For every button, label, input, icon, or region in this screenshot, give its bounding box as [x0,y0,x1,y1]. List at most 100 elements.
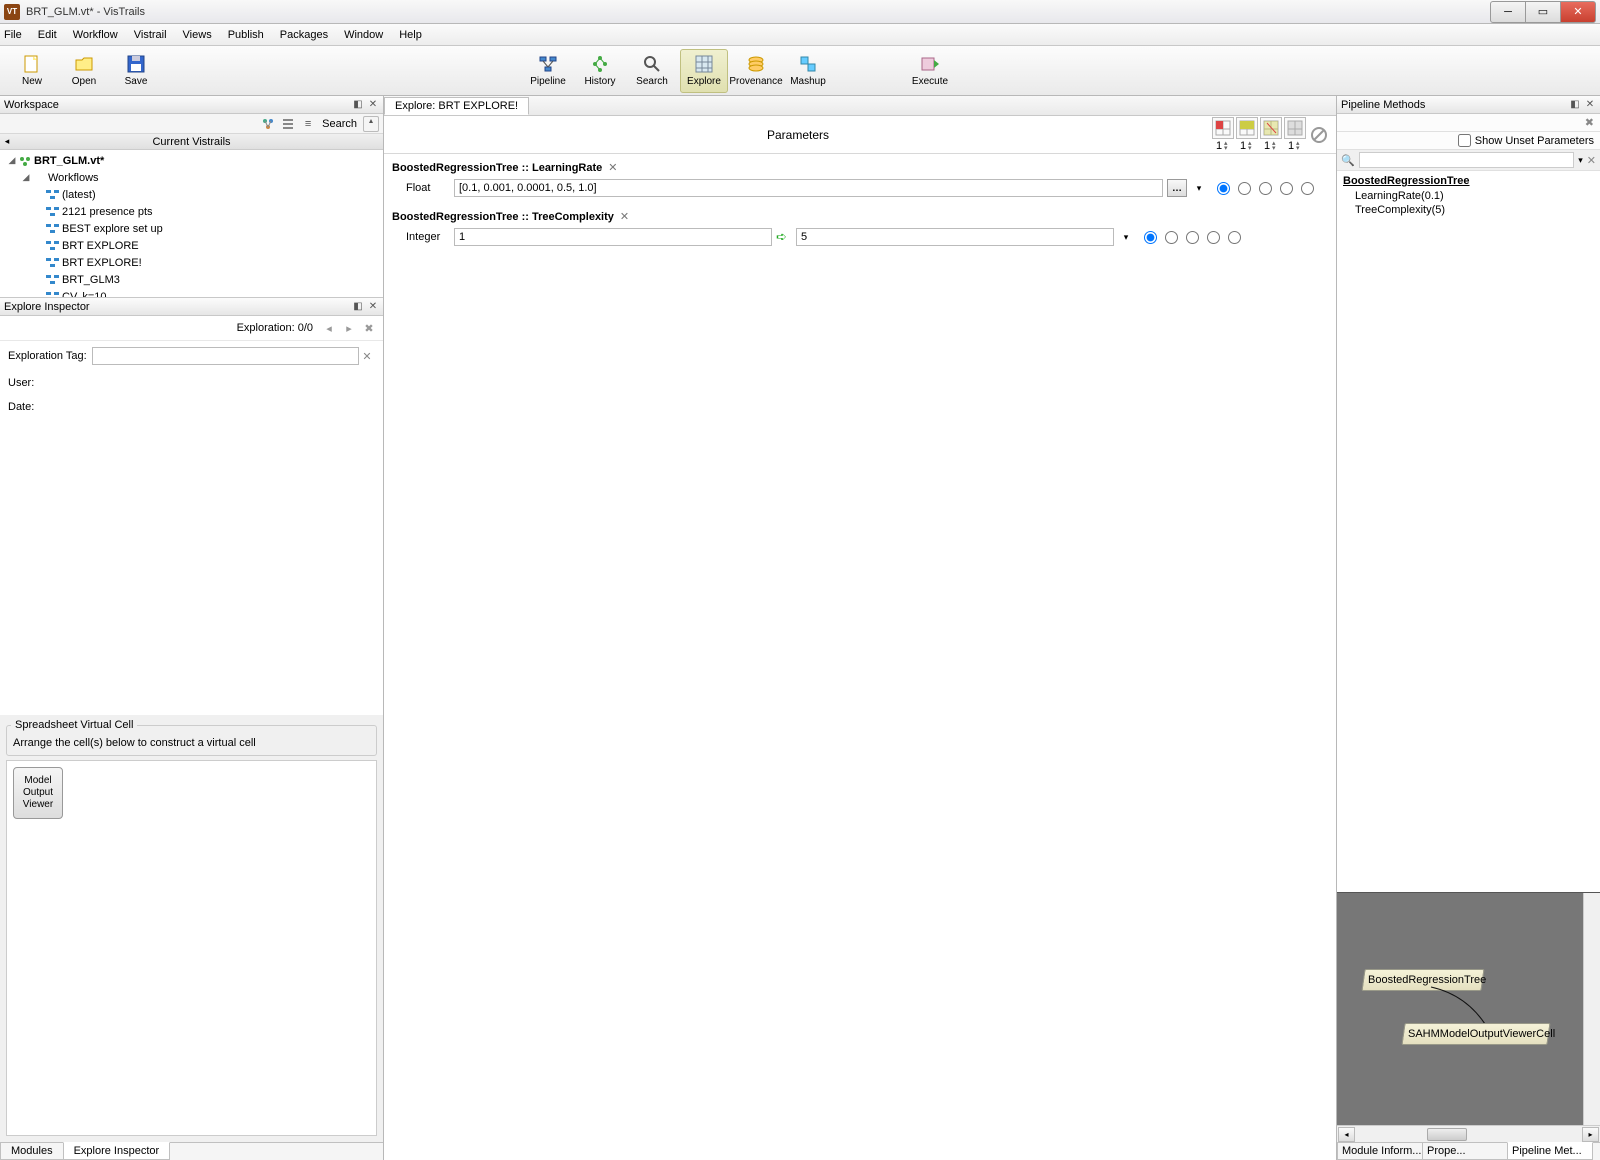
menu-window[interactable]: Window [344,29,383,41]
show-unset-input[interactable] [1458,134,1471,147]
scrollbar-horizontal[interactable]: ◂ ▸ [1337,1125,1600,1142]
collapse-icon[interactable]: ◂ [0,136,14,147]
grid-icon [694,54,714,74]
toolbar-provenance-button[interactable]: Provenance [732,49,780,93]
panel-close-icon[interactable]: ✕ [367,301,379,313]
panel-close-icon[interactable]: ✕ [1584,99,1596,111]
dimension-radio-3[interactable] [1280,182,1293,195]
toolbar-mashup-button[interactable]: Mashup [784,49,832,93]
menu-file[interactable]: File [4,29,22,41]
pipeline-module-name[interactable]: BoostedRegressionTree [1341,173,1596,189]
scrollbar-vertical[interactable] [1583,893,1600,1125]
toolbar-explore-button[interactable]: Explore [680,49,728,93]
svc-grid[interactable]: Model Output Viewer [6,760,377,1136]
right-tab-1[interactable]: Prope... [1422,1142,1508,1160]
panel-undock-icon[interactable]: ◧ [1569,99,1581,111]
toolbar-open-button[interactable]: Open [60,49,108,93]
tag-clear-icon[interactable]: ✕ [359,350,375,363]
param-group-remove-icon[interactable]: ✕ [608,161,617,174]
tree-item[interactable]: (latest) [0,186,383,203]
dimension-control-2[interactable]: 1▴▾ [1260,117,1282,152]
pipeline-method-item[interactable]: LearningRate(0.1) [1341,189,1596,203]
panel-undock-icon[interactable]: ◧ [352,301,364,313]
dimension-radio-1[interactable] [1238,182,1251,195]
exploration-tag-input[interactable] [92,347,359,365]
right-tab-0[interactable]: Module Inform... [1337,1142,1423,1160]
scroll-right-icon[interactable]: ▸ [1582,1127,1599,1142]
view-tree-icon[interactable]: ≡ [300,116,316,132]
interpolation-dropdown-icon[interactable]: ▾ [1191,183,1207,194]
menu-views[interactable]: Views [183,29,212,41]
param-edit-list-button[interactable]: … [1167,179,1187,197]
window-minimize-button[interactable]: ─ [1490,1,1526,23]
cancel-icon[interactable] [1308,124,1330,146]
svc-cell-model-output-viewer[interactable]: Model Output Viewer [13,767,63,819]
dimension-radio-4[interactable] [1301,182,1314,195]
param-value-from-input[interactable] [454,228,772,246]
tree-item[interactable]: BRT EXPLORE! [0,254,383,271]
pipeline-method-item[interactable]: TreeComplexity(5) [1341,203,1596,217]
window-maximize-button[interactable]: ▭ [1525,1,1561,23]
view-graph-icon[interactable] [260,116,276,132]
nav-next-icon[interactable]: ▸ [341,320,357,336]
dimension-radio-0[interactable] [1217,182,1230,195]
tab-modules[interactable]: Modules [0,1142,64,1160]
panel-undock-icon[interactable]: ◧ [352,99,364,111]
menu-publish[interactable]: Publish [228,29,264,41]
search-dropdown-icon[interactable]: ▾ [1578,155,1583,166]
panel-close-icon[interactable]: ✕ [367,99,379,111]
search-icon[interactable]: 🔍 [1341,154,1355,167]
tree-item[interactable]: BEST explore set up [0,220,383,237]
nav-clear-icon[interactable]: ✖ [361,320,377,336]
interpolation-dropdown-icon[interactable]: ▾ [1118,232,1134,243]
pipeline-node-viewer[interactable]: SAHMModelOutputViewerCell [1401,1023,1550,1045]
toolbar-new-button[interactable]: New [8,49,56,93]
pipeline-methods-search-input[interactable] [1359,152,1575,168]
toolbar-pipeline-button[interactable]: Pipeline [524,49,572,93]
dimension-control-3[interactable]: 1▴▾ [1284,117,1306,152]
show-unset-checkbox[interactable]: Show Unset Parameters [1458,134,1594,147]
dimension-radio-1[interactable] [1165,231,1178,244]
dimension-radio-0[interactable] [1144,231,1157,244]
workspace-tree[interactable]: ◢BRT_GLM.vt*◢Workflows(latest)2121 prese… [0,150,383,298]
toolbar-history-button[interactable]: History [576,49,624,93]
menu-edit[interactable]: Edit [38,29,57,41]
dimension-control-0[interactable]: 1▴▾ [1212,117,1234,152]
tree-item[interactable]: 2121 presence pts [0,203,383,220]
view-list-icon[interactable] [280,116,296,132]
dimension-radio-3[interactable] [1207,231,1220,244]
param-value-to-input[interactable] [796,228,1114,246]
window-close-button[interactable]: ✕ [1560,1,1596,23]
tree-item[interactable]: CV, k=10 [0,288,383,298]
menu-vistrail[interactable]: Vistrail [134,29,167,41]
param-group-remove-icon[interactable]: ✕ [620,210,629,223]
right-tab-2[interactable]: Pipeline Met... [1507,1142,1593,1160]
scroll-thumb[interactable] [1427,1128,1467,1141]
toolbar-save-button[interactable]: Save [112,49,160,93]
dimension-radio-2[interactable] [1259,182,1272,195]
scroll-left-icon[interactable]: ◂ [1338,1127,1355,1142]
dimension-radio-4[interactable] [1228,231,1241,244]
param-value-input[interactable] [454,179,1163,197]
explore-tab[interactable]: Explore: BRT EXPLORE! [384,97,529,115]
menu-help[interactable]: Help [399,29,422,41]
tree-item[interactable]: BRT EXPLORE [0,237,383,254]
tree-item[interactable]: ◢BRT_GLM.vt* [0,152,383,169]
pin-icon[interactable] [363,116,379,132]
current-vistrails-header[interactable]: ◂ Current Vistrails [0,134,383,150]
tree-item[interactable]: BRT_GLM3 [0,271,383,288]
toolbar-label: Search [636,76,668,87]
tree-item[interactable]: ◢Workflows [0,169,383,186]
menu-workflow[interactable]: Workflow [73,29,118,41]
toolbar-search-button[interactable]: Search [628,49,676,93]
pipeline-preview[interactable]: BoostedRegressionTree SAHMModelOutputVie… [1337,892,1600,1142]
nav-prev-icon[interactable]: ◂ [321,320,337,336]
dimension-radio-2[interactable] [1186,231,1199,244]
toolbar-execute-button[interactable]: Execute [906,49,954,93]
clear-icon[interactable]: ✖ [1585,116,1594,129]
menu-packages[interactable]: Packages [280,29,328,41]
search-clear-icon[interactable]: ✕ [1587,154,1596,167]
workspace-search-button[interactable]: Search [320,118,359,130]
dimension-control-1[interactable]: 1▴▾ [1236,117,1258,152]
tab-explore-inspector[interactable]: Explore Inspector [63,1142,171,1160]
